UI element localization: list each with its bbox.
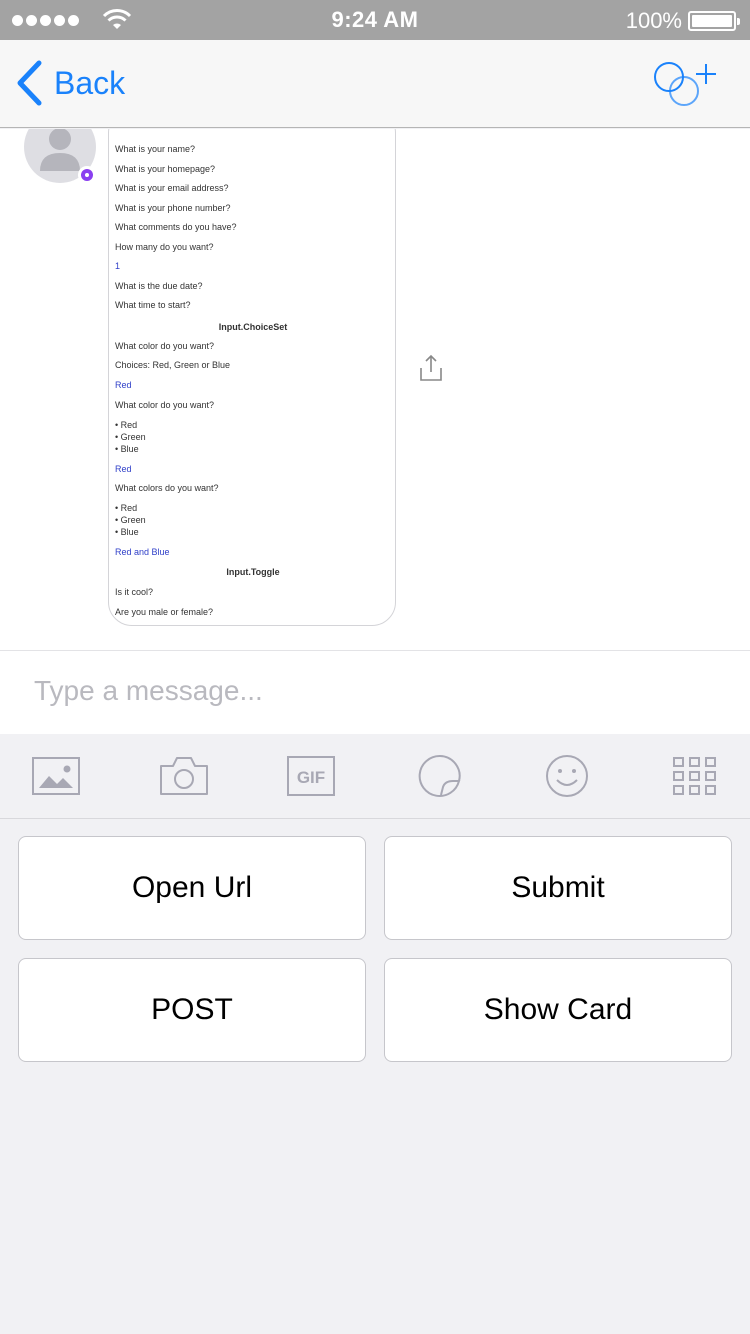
status-bar: 9:24 AM 100%: [0, 0, 750, 40]
add-participant-icon[interactable]: [652, 58, 722, 110]
back-button[interactable]: Back: [14, 58, 125, 108]
chat-area[interactable]: What is your name? What is your homepage…: [0, 129, 750, 650]
card-text: What color do you want?: [115, 400, 215, 410]
card-list-item: • Green: [115, 432, 146, 442]
bot-badge-icon: [78, 166, 96, 184]
card-text: What comments do you have?: [115, 222, 237, 232]
card-text: What time to start?: [115, 300, 191, 310]
card-value: 1: [115, 261, 121, 271]
card-list-item: • Blue: [115, 527, 139, 537]
chevron-left-icon: [17, 60, 42, 106]
card-list-item: • Red: [115, 420, 138, 430]
card-list-item: • Green: [115, 515, 146, 525]
submit-button[interactable]: Submit: [384, 836, 732, 940]
open-url-button[interactable]: Open Url: [18, 836, 366, 940]
card-text: Are you male or female?: [115, 607, 214, 617]
battery-icon: [688, 11, 740, 31]
card-list-item: • Blue: [115, 444, 139, 454]
card-text: What is your name?: [115, 144, 196, 154]
card-value: Red and Blue: [115, 547, 170, 557]
camera-icon[interactable]: [159, 754, 209, 798]
card-value: Red: [115, 380, 132, 390]
post-button[interactable]: POST: [18, 958, 366, 1062]
card-text: What is your phone number?: [115, 203, 231, 213]
card-value: Red: [115, 464, 132, 474]
attachment-toolbar: GIF: [0, 734, 750, 819]
battery-percent: 100%: [625, 8, 682, 33]
card-text: How many do you want?: [115, 242, 214, 252]
message-composer: [0, 650, 750, 734]
photo-icon[interactable]: [31, 754, 81, 798]
apps-grid-icon[interactable]: [670, 754, 720, 798]
emoji-icon[interactable]: [542, 754, 592, 798]
back-label: Back: [54, 64, 126, 101]
card-heading: Input.ChoiceSet: [218, 322, 288, 332]
show-card-button[interactable]: Show Card: [384, 958, 732, 1062]
sticker-icon[interactable]: [415, 754, 465, 798]
share-icon[interactable]: [418, 354, 444, 382]
card-text: Is it cool?: [115, 587, 154, 597]
card-text: What is your email address?: [115, 183, 229, 193]
card-list-item: • Red: [115, 503, 138, 513]
card-text: What color do you want?: [115, 341, 215, 351]
gif-label: GIF: [297, 768, 325, 787]
gif-icon[interactable]: GIF: [286, 754, 336, 798]
message-input[interactable]: [34, 671, 714, 711]
card-heading: Input.Toggle: [226, 567, 280, 577]
card-text: What is your homepage?: [115, 164, 216, 174]
card-text: What colors do you want?: [115, 483, 219, 493]
navigation-bar: Back: [0, 40, 750, 128]
card-text: What is the due date?: [115, 281, 203, 291]
card-actions: Open Url Submit POST Show Card: [0, 819, 750, 1334]
card-text: Choices: Red, Green or Blue: [115, 360, 231, 370]
adaptive-card[interactable]: What is your name? What is your homepage…: [108, 129, 396, 626]
